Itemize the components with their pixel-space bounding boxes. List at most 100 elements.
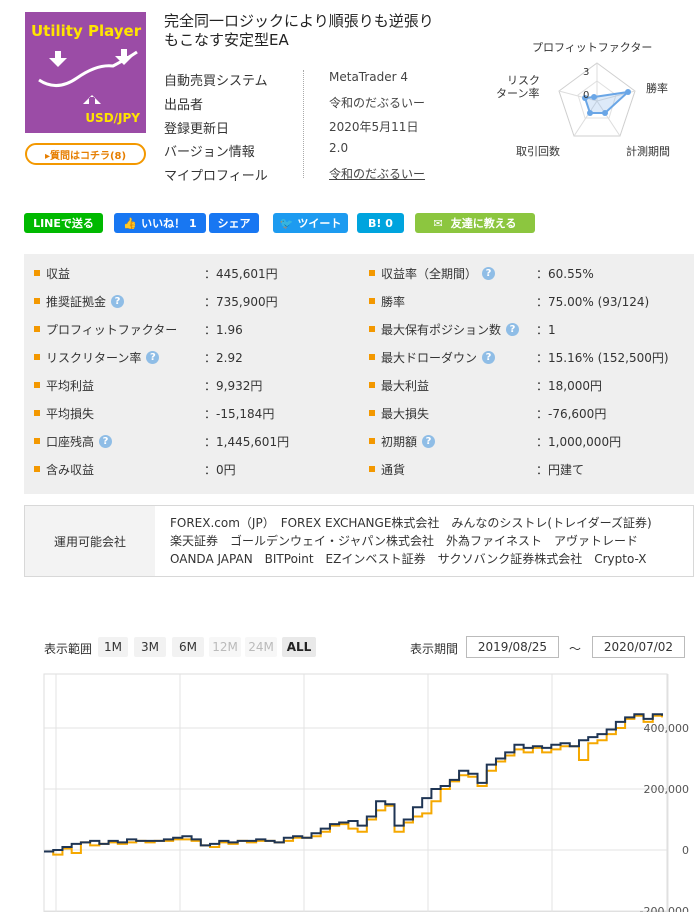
broker-panel: 運用可能会社 FOREX.com（JP） FOREX EXCHANGE株式会社 … xyxy=(24,505,694,577)
profile-link-text[interactable]: 令和のだぶるいー xyxy=(329,167,425,181)
stat-row: 推奨証拠金? xyxy=(34,287,125,315)
tell-friend-button[interactable]: ✉ 友達に教える xyxy=(415,213,535,233)
bullet-icon xyxy=(369,382,375,388)
stat-row: 最大損失 xyxy=(369,399,429,427)
equity-chart[interactable]: 400,000 200,000 0 -200,000 xyxy=(0,670,697,912)
info-label-profile: マイプロフィール xyxy=(164,169,268,184)
tweet-label: ツイート xyxy=(297,217,342,230)
stat-row: 平均損失 xyxy=(34,399,94,427)
bullet-icon xyxy=(369,326,375,332)
radar-shape xyxy=(583,90,632,114)
radar-scale-0: 0 xyxy=(583,90,590,101)
stat-value: ：1 xyxy=(536,322,556,337)
broker-label: 運用可能会社 xyxy=(25,506,155,576)
broker-line: 楽天証券 ゴールデンウェイ・ジャパン株式会社 外為ファイネスト アヴァトレード xyxy=(170,534,639,548)
help-icon[interactable]: ? xyxy=(146,350,160,364)
stat-value: ：9,932円 xyxy=(204,378,263,393)
stat-label: 最大損失 xyxy=(381,406,430,421)
mail-icon: ✉ xyxy=(433,216,443,230)
range-24m-button[interactable]: 24M xyxy=(245,637,277,657)
hatena-bookmark-button[interactable]: B! 0 xyxy=(357,213,404,233)
qa-button[interactable]: ▸質問はコチラ(8) xyxy=(25,143,146,165)
help-icon[interactable]: ? xyxy=(111,294,125,308)
tweet-button[interactable]: 🐦 ツイート xyxy=(273,213,348,233)
y-tick-label: 200,000 xyxy=(644,783,690,796)
stat-value: ：-76,600円 xyxy=(536,406,607,421)
stat-value: ：-15,184円 xyxy=(204,406,275,421)
stat-label: 最大利益 xyxy=(381,378,430,393)
stat-value: ：15.16% (152,500円) xyxy=(536,350,669,365)
stat-row: 通貨 xyxy=(369,455,405,483)
stat-label: プロフィットファクター xyxy=(46,322,178,337)
stat-label: リスクリターン率 xyxy=(46,350,142,365)
broker-line: FOREX.com（JP） FOREX EXCHANGE株式会社 みんなのシスト… xyxy=(170,516,652,530)
bullet-icon xyxy=(369,354,375,360)
range-12m-button[interactable]: 12M xyxy=(209,637,241,657)
stat-value: ：2.92 xyxy=(204,350,243,365)
stat-label: 収益 xyxy=(46,266,71,281)
range-1m-button[interactable]: 1M xyxy=(98,637,128,657)
bullet-icon xyxy=(369,438,375,444)
twitter-bird-icon: 🐦 xyxy=(279,216,294,230)
bullet-icon xyxy=(34,270,40,276)
stat-row: 口座残高? xyxy=(34,427,113,455)
help-icon[interactable]: ? xyxy=(422,434,436,448)
help-icon[interactable]: ? xyxy=(99,434,113,448)
logo-chart-icon xyxy=(38,49,138,104)
range-label: 表示範囲 xyxy=(44,642,93,656)
help-icon[interactable]: ? xyxy=(482,350,496,364)
info-value-version: 2.0 xyxy=(329,141,349,155)
info-divider xyxy=(303,70,304,178)
profile-link[interactable]: 令和のだぶるいー xyxy=(329,165,425,182)
bullet-icon xyxy=(34,410,40,416)
range-3m-button[interactable]: 3M xyxy=(134,637,166,657)
end-date-input[interactable]: 2020/07/02 xyxy=(592,636,685,658)
tell-friend-label: 友達に教える xyxy=(450,217,517,230)
stat-label: 初期額 xyxy=(381,434,418,449)
line-share-button[interactable]: LINEで送る xyxy=(24,213,103,233)
radar-label-pf: プロフィットファクター xyxy=(532,41,653,54)
stat-label: 収益率（全期間） xyxy=(381,266,478,281)
product-title-line1: 完全同一ロジックにより順張りも逆張り xyxy=(164,12,434,30)
stat-label: 含み収益 xyxy=(46,462,95,477)
facebook-share-button[interactable]: シェア xyxy=(209,213,259,233)
info-value-updated: 2020年5月11日 xyxy=(329,120,419,134)
stat-row: 最大保有ポジション数? xyxy=(369,315,520,343)
stat-label: 口座残高 xyxy=(46,434,95,449)
stat-label: 推奨証拠金 xyxy=(46,294,107,309)
stat-value: ：18,000円 xyxy=(536,378,602,393)
stat-row: 最大利益 xyxy=(369,371,429,399)
period-label: 表示期間 xyxy=(410,642,459,656)
stat-value: ：1,445,601円 xyxy=(204,434,290,449)
stat-row: 初期額? xyxy=(369,427,436,455)
product-thumbnail[interactable]: Utility Player USD/JPY xyxy=(25,12,146,133)
stat-label: 勝率 xyxy=(381,294,406,309)
stat-value: ：1.96 xyxy=(204,322,243,337)
stat-value: ：1,000,000円 xyxy=(536,434,622,449)
broker-list: FOREX.com（JP） FOREX EXCHANGE株式会社 みんなのシスト… xyxy=(170,514,685,568)
bullet-icon xyxy=(34,466,40,472)
start-date-input[interactable]: 2019/08/25 xyxy=(466,636,559,658)
plot-area xyxy=(43,673,668,912)
stat-label: 平均損失 xyxy=(46,406,95,421)
range-6m-button[interactable]: 6M xyxy=(172,637,204,657)
help-icon[interactable]: ? xyxy=(482,266,496,280)
stat-value: ：60.55% xyxy=(536,266,594,281)
stat-value: ：735,900円 xyxy=(204,294,278,309)
radar-label-period: 計測期間 xyxy=(626,145,670,158)
bullet-icon xyxy=(34,382,40,388)
stat-value: ：0円 xyxy=(204,462,236,477)
stat-row: 勝率 xyxy=(369,287,405,315)
stats-panel: 収益 ：445,601円 推奨証拠金? ：735,900円 プロフィットファクター ：1.… xyxy=(24,254,694,494)
bullet-icon xyxy=(369,298,375,304)
stat-row: プロフィットファクター xyxy=(34,315,177,343)
facebook-like-button[interactable]: 👍 いいね！ 1 xyxy=(114,213,206,233)
help-icon[interactable]: ? xyxy=(506,322,520,336)
range-all-button[interactable]: ALL xyxy=(282,637,316,657)
radar-scale-3: 3 xyxy=(583,67,590,78)
bullet-icon xyxy=(369,270,375,276)
info-value-seller: 令和のだぶるいー xyxy=(329,96,426,110)
stat-row: 収益率（全期間）? xyxy=(369,259,496,287)
radar-chart xyxy=(558,62,636,137)
product-title-line2: もこなす安定型EA xyxy=(164,31,289,49)
